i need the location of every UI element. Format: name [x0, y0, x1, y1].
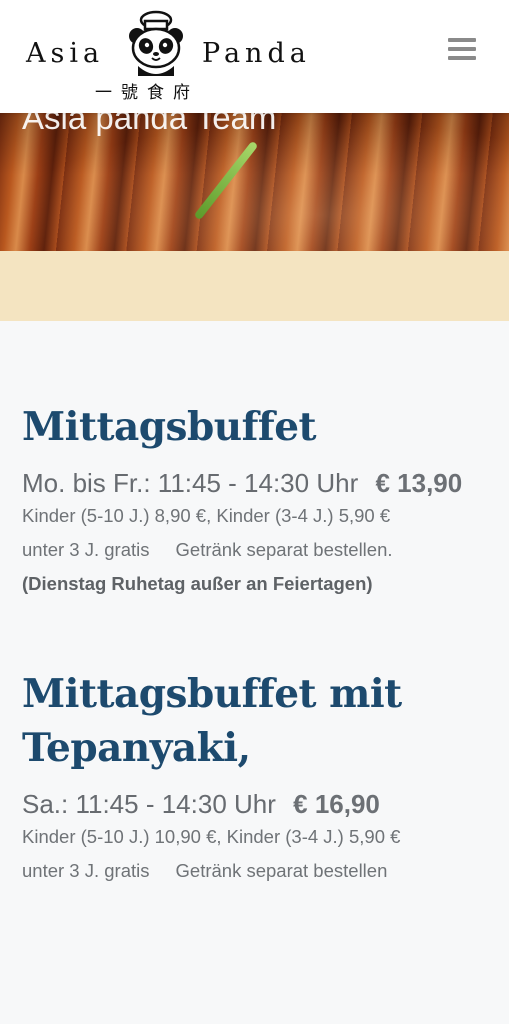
children-prices: Kinder (5-10 J.) 10,90 €, Kinder (3-4 J.… — [22, 826, 401, 847]
section-title: Mittagsbuffet mit Tepanyaki, — [22, 667, 492, 775]
decorative-band — [0, 251, 509, 321]
drinks-info: Getränk separat bestellen. — [175, 539, 393, 560]
logo-word-asia: Asia — [26, 38, 105, 69]
section-title-line2: Tepanyaki, — [22, 725, 251, 771]
section-title-line1: Mittagsbuffet mit — [22, 671, 402, 717]
adult-price: € 13,90 — [375, 468, 463, 498]
closing-day-note: (Dienstag Ruhetag außer an Feiertagen) — [22, 573, 373, 594]
schedule-row: Mo. bis Fr.: 11:45 - 14:30 Uhr € 13,90 — [22, 468, 492, 499]
opening-hours: Sa.: 11:45 - 14:30 Uhr — [22, 789, 276, 819]
hero-caption: Asia panda Team — [22, 113, 277, 136]
panda-chef-icon — [129, 10, 183, 76]
info-row: unter 3 J. gratis Getränk separat bestell… — [22, 533, 492, 567]
logo-word-panda: Panda — [202, 38, 311, 69]
hero-banner: Asia panda Team — [0, 113, 509, 251]
drinks-info: Getränk separat bestellen — [175, 860, 388, 881]
lunch-buffet-section: Mittagsbuffet Mo. bis Fr.: 11:45 - 14:30… — [22, 400, 492, 601]
opening-hours: Mo. bis Fr.: 11:45 - 14:30 Uhr — [22, 468, 359, 498]
under-3-info: unter 3 J. gratis — [22, 539, 150, 560]
logo[interactable]: Asia Panda 一號食府 — [22, 8, 322, 103]
section-title: Mittagsbuffet — [22, 404, 317, 450]
schedule-row: Sa.: 11:45 - 14:30 Uhr € 16,90 — [22, 789, 492, 820]
hamburger-menu-icon[interactable] — [448, 38, 476, 62]
site-header: Asia Panda 一號食府 — [0, 0, 509, 113]
under-3-info: unter 3 J. gratis — [22, 860, 150, 881]
children-prices: Kinder (5-10 J.) 8,90 €, Kinder (3-4 J.)… — [22, 505, 391, 526]
tepanyaki-buffet-section: Mittagsbuffet mit Tepanyaki, Sa.: 11:45 … — [22, 667, 492, 888]
adult-price: € 16,90 — [293, 789, 380, 819]
info-row: unter 3 J. gratis Getränk separat bestell… — [22, 854, 492, 888]
logo-chinese-text: 一號食府 — [95, 83, 199, 103]
